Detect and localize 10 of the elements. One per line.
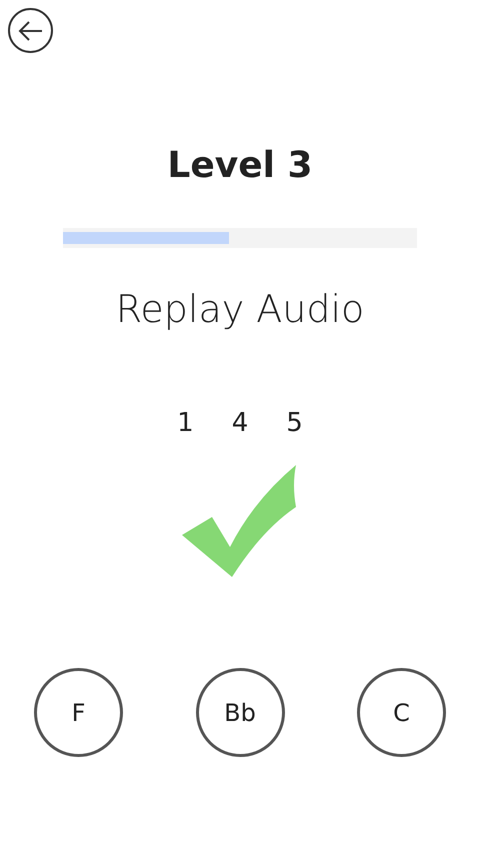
level-title: Level 3: [167, 148, 313, 184]
replay-audio-button[interactable]: Replay Audio: [116, 290, 364, 328]
sequence-number: 5: [286, 407, 303, 440]
answer-button[interactable]: C: [357, 668, 446, 757]
answer-button[interactable]: F: [34, 668, 123, 757]
sequence-number: 1: [177, 407, 194, 440]
answer-button[interactable]: Bb: [196, 668, 284, 757]
sequence-number: 4: [232, 407, 248, 440]
back-button[interactable]: [8, 8, 53, 53]
back-arrow-icon: [18, 20, 44, 42]
